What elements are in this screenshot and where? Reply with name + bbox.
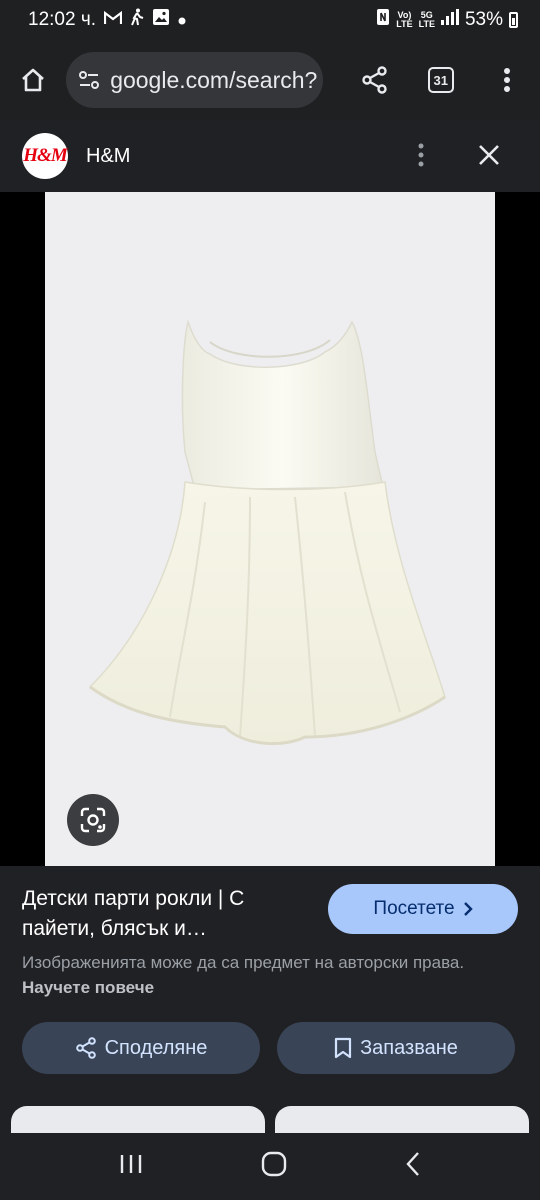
source-name[interactable]: H&M (86, 145, 130, 168)
nfc-icon (376, 8, 390, 32)
result-title[interactable]: Детски парти рокли | С пайети, блясък и… (22, 884, 312, 944)
status-right: Vo) LTE 5G LTE 53% (376, 8, 518, 32)
share-page-button[interactable] (341, 66, 407, 94)
status-bar: 12:02 ч. Vo) LTE 5G LTE 53% (0, 0, 540, 40)
volte-bottom: LTE (396, 19, 413, 29)
battery-percent: 53% (464, 9, 503, 30)
gmail-icon (103, 9, 123, 31)
visit-label: Посетете (373, 898, 455, 919)
bookmark-icon (334, 1037, 352, 1059)
back-button[interactable] (405, 1151, 421, 1182)
share-button[interactable]: Споделяне (22, 1022, 260, 1074)
close-icon (479, 145, 499, 165)
result-info-panel: Детски парти рокли | С пайети, блясък и…… (0, 866, 540, 1136)
hm-logo[interactable]: H&M (22, 133, 68, 179)
back-chevron-icon (406, 1152, 419, 1176)
related-card[interactable] (275, 1106, 529, 1136)
home-nav-button[interactable] (261, 1151, 287, 1182)
walking-icon (130, 8, 144, 32)
more-vert-icon (418, 143, 424, 167)
site-settings-icon[interactable] (78, 70, 100, 90)
save-label: Запазване (360, 1036, 458, 1059)
source-header: H&M H&M (0, 120, 540, 192)
recent-apps-button[interactable] (119, 1153, 143, 1180)
lens-icon (80, 807, 106, 833)
source-menu-button[interactable] (408, 142, 434, 173)
related-card[interactable] (11, 1106, 265, 1136)
browser-menu-button[interactable] (474, 67, 540, 93)
product-image[interactable] (45, 192, 495, 866)
home-icon (22, 68, 44, 92)
chevron-right-icon (463, 902, 473, 916)
dress-illustration (88, 319, 446, 746)
home-button[interactable] (0, 40, 66, 120)
image-preview-area (0, 192, 540, 866)
network-bottom: LTE (418, 19, 435, 29)
share-label: Споделяне (104, 1036, 208, 1059)
tab-switcher-button[interactable]: 31 (408, 67, 474, 93)
image-notification-icon (152, 8, 170, 32)
signal-icon (440, 9, 459, 31)
home-circle-icon (261, 1151, 287, 1177)
google-lens-button[interactable] (67, 794, 119, 846)
url-text: google.com/search? (110, 66, 318, 93)
close-button[interactable] (476, 142, 502, 173)
browser-toolbar: google.com/search? 31 (0, 40, 540, 120)
address-bar[interactable]: google.com/search? (66, 52, 324, 108)
save-button[interactable]: Запазване (277, 1022, 515, 1074)
visit-button[interactable]: Посетете (328, 884, 518, 934)
copyright-notice: Изображенията може да са предмет на авто… (22, 950, 522, 1000)
system-nav-bar (0, 1133, 540, 1200)
network-type-icon: 5G LTE (419, 11, 435, 29)
battery-icon (509, 12, 518, 28)
tab-count: 31 (427, 67, 454, 93)
share-icon (361, 66, 387, 94)
share-icon (75, 1037, 96, 1059)
learn-more-link[interactable]: Научете повече (22, 978, 154, 997)
notification-dot-icon (178, 9, 186, 31)
recent-apps-icon (120, 1155, 142, 1173)
more-vert-icon (503, 68, 510, 92)
status-time: 12:02 ч. (28, 9, 97, 30)
copyright-text: Изображенията може да са предмет на авто… (22, 953, 465, 972)
status-left: 12:02 ч. (28, 8, 186, 32)
logo-text: H&M (23, 145, 67, 166)
volte-icon: Vo) LTE (396, 11, 412, 29)
